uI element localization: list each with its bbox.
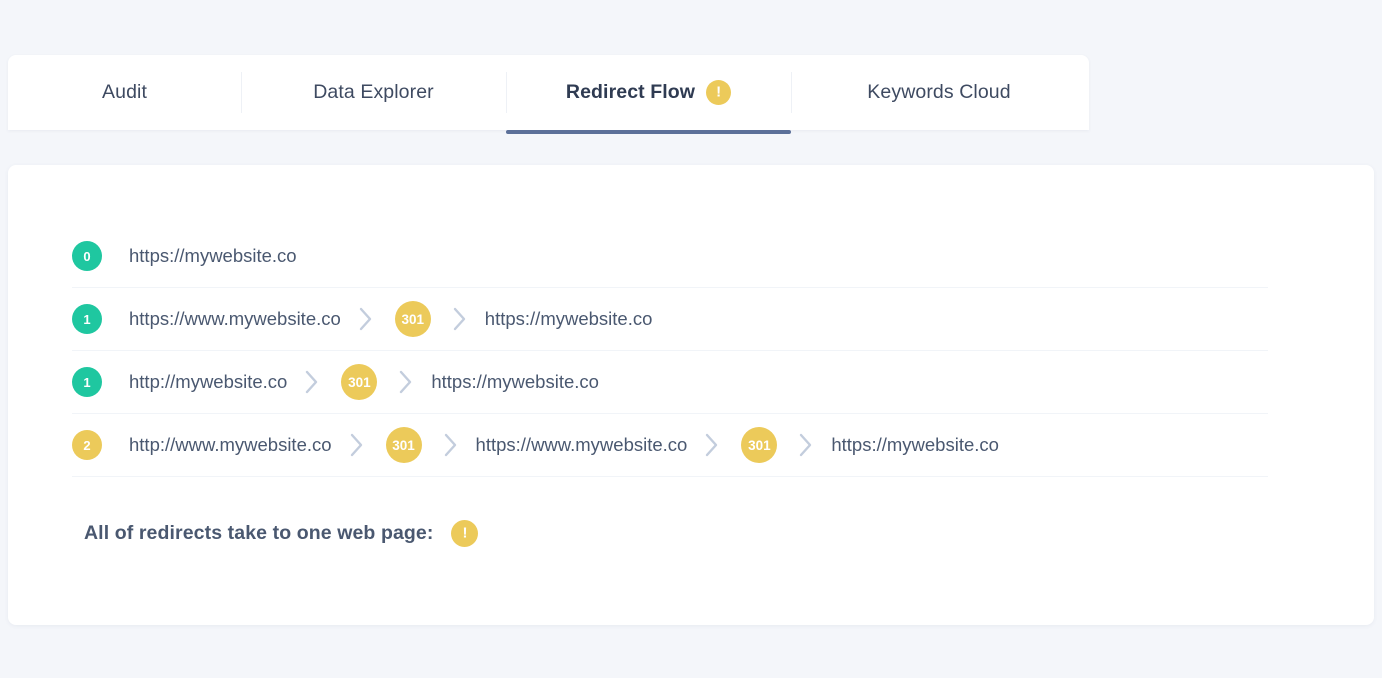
redirect-row: 1 http://mywebsite.co 301 https://mywebsite…: [72, 351, 1268, 414]
tab-data-explorer[interactable]: Data Explorer: [241, 55, 506, 130]
redirect-summary: All of redirects take to one web page: !: [84, 520, 479, 547]
redirect-row: 0 https://mywebsite.co: [72, 225, 1268, 288]
target-url[interactable]: https://mywebsite.co: [431, 371, 599, 393]
tab-label: Keywords Cloud: [867, 81, 1011, 103]
tab-redirect-flow[interactable]: Redirect Flow!: [506, 55, 791, 134]
chevron-right-icon: [434, 428, 468, 462]
hop-count-badge: 1: [72, 304, 102, 334]
source-url[interactable]: http://mywebsite.co: [129, 371, 287, 393]
tab-label: Redirect Flow: [565, 81, 696, 103]
chevron-right-icon: [340, 428, 374, 462]
status-code-badge: 301: [394, 301, 431, 337]
active-tab-underline: [506, 130, 791, 134]
chevron-right-icon: [443, 302, 477, 336]
chevron-right-icon: [695, 428, 729, 462]
target-url[interactable]: https://www.mywebsite.co: [476, 434, 688, 456]
warning-glyph: !: [462, 524, 468, 542]
chevron-right-icon: [389, 365, 423, 399]
hop-count-badge: 0: [72, 241, 102, 271]
warning-exclamation-icon: !: [706, 80, 732, 105]
tab-label: Audit: [102, 81, 147, 103]
hop-count-badge: 2: [72, 430, 102, 460]
warning-glyph: !: [716, 83, 722, 101]
target-url[interactable]: https://mywebsite.co: [485, 308, 653, 330]
redirect-flow-list: 0 https://mywebsite.co 1 https://www.mywebs…: [72, 225, 1268, 477]
redirect-row: 1 https://www.mywebsite.co 301 https://mywe…: [72, 288, 1268, 351]
status-code-badge: 301: [385, 427, 422, 463]
source-url[interactable]: https://mywebsite.co: [129, 245, 297, 267]
chevron-right-icon: [349, 302, 383, 336]
chevron-right-icon: [295, 365, 329, 399]
redirect-row: 2 http://www.mywebsite.co 301 https://www.m…: [72, 414, 1268, 477]
target-url[interactable]: https://mywebsite.co: [831, 434, 999, 456]
source-url[interactable]: http://www.mywebsite.co: [129, 434, 332, 456]
status-code-badge: 301: [741, 427, 778, 463]
tab-keywords-cloud[interactable]: Keywords Cloud: [791, 55, 1087, 130]
status-code-badge: 301: [341, 364, 378, 400]
tab-audit[interactable]: Audit: [8, 55, 241, 130]
hop-count-badge: 1: [72, 367, 102, 397]
redirect-summary-label: All of redirects take to one web page:: [84, 522, 434, 544]
redirect-flow-card: 0 https://mywebsite.co 1 https://www.mywebs…: [8, 165, 1374, 625]
warning-exclamation-icon: !: [451, 520, 479, 547]
chevron-right-icon: [789, 428, 823, 462]
tab-label: Data Explorer: [313, 81, 434, 103]
source-url[interactable]: https://www.mywebsite.co: [129, 308, 341, 330]
tab-bar: Audit Data Explorer Redirect Flow! Keywords…: [8, 55, 1089, 134]
